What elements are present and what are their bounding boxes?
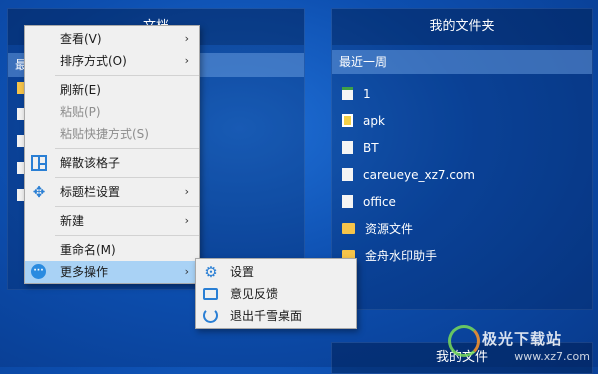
menu-item-label: 新建 [60, 214, 85, 228]
apk-file-icon [342, 114, 353, 127]
list-item[interactable]: 金舟水印助手 [332, 242, 592, 269]
file-name: 资源文件 [365, 222, 414, 236]
menu-separator [55, 148, 199, 149]
file-list: 1 apk BT careueye_xz7.com office 资源文件 金舟… [332, 74, 592, 269]
feedback-icon [203, 288, 218, 300]
menu-item-label: 意见反馈 [230, 287, 279, 301]
list-item[interactable]: apk [332, 107, 592, 134]
menu-item-paste-shortcut[interactable]: 粘贴快捷方式(S) [25, 123, 199, 145]
menu-item-view[interactable]: 查看(V) › [25, 28, 199, 50]
menu-separator [55, 206, 199, 207]
menu-item-new[interactable]: 新建 › [25, 210, 199, 232]
menu-item-label: 排序方式(O) [60, 54, 127, 68]
menu-item-refresh[interactable]: 刷新(E) [25, 79, 199, 101]
watermark-logo-icon [448, 325, 480, 357]
document-file-icon [342, 195, 353, 208]
menu-item-titlebar-settings[interactable]: ✥ 标题栏设置 › [25, 181, 199, 203]
file-name: careueye_xz7.com [363, 167, 475, 182]
gear-icon: ⚙ [204, 263, 218, 281]
chevron-right-icon: › [184, 54, 189, 67]
menu-item-label: 查看(V) [60, 32, 102, 46]
move-arrows-icon: ✥ [32, 183, 46, 201]
menu-item-more-actions[interactable]: ··· 更多操作 › [25, 261, 199, 283]
chevron-right-icon: › [184, 265, 189, 278]
list-item[interactable]: 1 [332, 80, 592, 107]
menu-item-label: 粘贴快捷方式(S) [60, 127, 149, 141]
more-actions-submenu: ⚙ 设置 意见反馈 退出千雪桌面 [195, 258, 357, 329]
document-file-icon [342, 141, 353, 154]
submenu-item-feedback[interactable]: 意见反馈 [196, 283, 356, 305]
list-item[interactable]: 资源文件 [332, 215, 592, 242]
watermark-url: www.xz7.com [514, 350, 590, 363]
submenu-item-settings[interactable]: ⚙ 设置 [196, 261, 356, 283]
grid-layout-icon [31, 155, 47, 171]
menu-item-label: 重命名(M) [60, 243, 116, 257]
context-menu: 查看(V) › 排序方式(O) › 刷新(E) 粘贴(P) 粘贴快捷方式(S) … [24, 25, 200, 284]
menu-item-sort[interactable]: 排序方式(O) › [25, 50, 199, 72]
chevron-right-icon: › [184, 32, 189, 45]
menu-separator [55, 235, 199, 236]
my-folder-panel-title: 我的文件夹 [332, 9, 592, 45]
file-name: 1 [363, 86, 371, 101]
watermark-text: 极光下载站 [481, 330, 562, 348]
list-item[interactable]: BT [332, 134, 592, 161]
menu-item-dissolve[interactable]: 解散该格子 [25, 152, 199, 174]
document-file-icon [342, 168, 353, 181]
more-dots-icon: ··· [31, 264, 46, 279]
chevron-right-icon: › [184, 185, 189, 198]
menu-item-label: 刷新(E) [60, 83, 101, 97]
recent-week-section-header[interactable]: 最近一周 [332, 50, 592, 74]
list-item[interactable]: office [332, 188, 592, 215]
submenu-item-exit[interactable]: 退出千雪桌面 [196, 305, 356, 327]
menu-item-label: 退出千雪桌面 [230, 309, 303, 323]
file-name: office [363, 194, 396, 209]
menu-separator [55, 75, 199, 76]
menu-item-rename[interactable]: 重命名(M) [25, 239, 199, 261]
menu-item-label: 粘贴(P) [60, 105, 101, 119]
file-name: apk [363, 113, 385, 128]
image-file-icon [342, 87, 353, 100]
power-icon [203, 308, 218, 323]
menu-item-label: 标题栏设置 [60, 185, 121, 199]
my-folder-panel: 我的文件夹 最近一周 1 apk BT careueye_xz7.com off… [331, 8, 593, 310]
list-item[interactable]: careueye_xz7.com [332, 161, 592, 188]
menu-item-label: 更多操作 [60, 265, 109, 279]
file-name: BT [363, 140, 379, 155]
chevron-right-icon: › [184, 214, 189, 227]
menu-item-paste[interactable]: 粘贴(P) [25, 101, 199, 123]
menu-item-label: 设置 [230, 265, 255, 279]
menu-item-label: 解散该格子 [60, 156, 121, 170]
file-name: 金舟水印助手 [365, 249, 438, 263]
menu-separator [55, 177, 199, 178]
folder-icon [342, 223, 355, 234]
